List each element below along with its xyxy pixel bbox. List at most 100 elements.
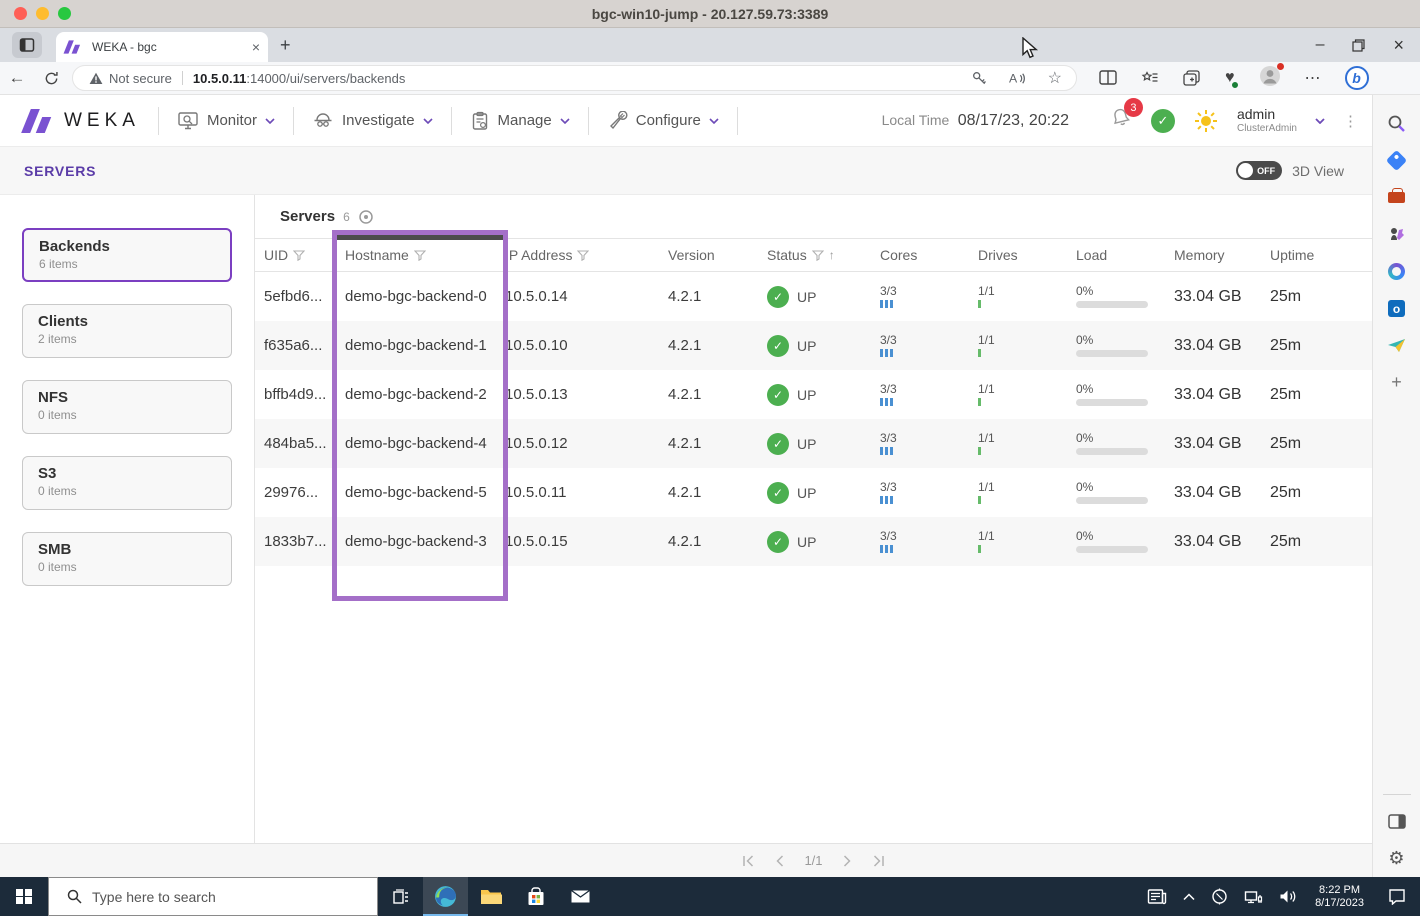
configure-icon (609, 110, 628, 129)
sidebar-games-button[interactable] (1373, 216, 1420, 253)
watch-eye-icon[interactable] (358, 209, 374, 225)
sidebar-drop-button[interactable] (1373, 327, 1420, 364)
bing-chat-icon[interactable]: b (1344, 66, 1369, 90)
not-secure-label[interactable]: Not secure (109, 71, 172, 86)
sidebar-settings-button[interactable]: ⚙ (1373, 840, 1420, 877)
browser-essentials-button[interactable]: ♥ (1225, 69, 1239, 89)
news-icon (1147, 889, 1167, 905)
new-tab-button[interactable]: + (280, 36, 291, 54)
col-header-uid[interactable]: UID (264, 247, 345, 263)
3d-view-toggle[interactable]: OFF (1236, 161, 1283, 180)
sidebar-panel-button[interactable] (1373, 803, 1420, 840)
first-page-button[interactable] (742, 854, 755, 867)
table-row[interactable]: 1833b7... demo-bgc-backend-3 10.5.0.15 4… (255, 517, 1372, 566)
url-text[interactable]: 10.5.0.11:14000/ui/servers/backends (193, 71, 405, 86)
address-bar[interactable]: Not secure 10.5.0.11:14000/ui/servers/ba… (72, 65, 1077, 91)
close-icon[interactable]: × (1393, 36, 1404, 54)
nav-monitor-label: Monitor (206, 112, 257, 129)
taskbar-search[interactable] (48, 877, 378, 916)
prev-page-button[interactable] (775, 854, 784, 867)
sidebar-search-button[interactable] (1373, 105, 1420, 142)
sidebar-item-nfs[interactable]: NFS 0 items (22, 380, 232, 434)
tray-volume-button[interactable] (1271, 889, 1305, 904)
col-header-memory[interactable]: Memory (1174, 247, 1270, 263)
tab-actions-menu-button[interactable] (12, 32, 42, 58)
col-header-status[interactable]: Status ↑ (767, 247, 880, 263)
taskbar-file-explorer-button[interactable] (468, 877, 513, 916)
sidebar-item-smb[interactable]: SMB 0 items (22, 532, 232, 586)
user-menu[interactable]: admin ClusterAdmin (1237, 106, 1297, 133)
nav-monitor[interactable]: Monitor (159, 95, 293, 146)
minimize-icon[interactable]: – (1316, 37, 1325, 53)
favorite-star-icon[interactable]: ☆ (1048, 68, 1062, 88)
notifications-button[interactable]: 3 (1109, 98, 1143, 135)
col-header-ip[interactable]: IP Address (505, 247, 668, 263)
sort-ascending-icon[interactable]: ↑ (829, 248, 835, 262)
filter-icon[interactable] (413, 249, 426, 261)
cell-uid: 29976... (264, 484, 319, 501)
tray-clock[interactable]: 8:22 PM 8/17/2023 (1305, 884, 1374, 910)
refresh-button[interactable] (34, 71, 68, 86)
tray-expand-button[interactable] (1175, 892, 1203, 901)
header-kebab-menu[interactable]: ⋮ (1343, 112, 1358, 130)
task-view-button[interactable] (378, 877, 423, 916)
taskbar-store-button[interactable] (513, 877, 558, 916)
page-bar: SERVERS OFF 3D View (0, 147, 1372, 195)
split-screen-icon[interactable] (1099, 70, 1117, 86)
restore-icon[interactable] (1352, 38, 1366, 52)
sidebar-shopping-button[interactable] (1373, 142, 1420, 179)
password-key-icon[interactable] (972, 71, 987, 86)
sidebar-copilot-button[interactable] (1373, 253, 1420, 290)
sidebar-outlook-button[interactable]: o (1373, 290, 1420, 327)
cluster-health-ok-icon[interactable]: ✓ (1150, 108, 1175, 133)
widgets-news-button[interactable] (1139, 888, 1175, 905)
weka-brand[interactable]: WEKA (0, 108, 158, 133)
cell-load: 0% (1076, 529, 1174, 554)
tray-network-button[interactable] (1236, 889, 1271, 905)
nav-investigate[interactable]: Investigate (294, 95, 451, 146)
filter-icon[interactable] (293, 249, 306, 261)
table-row[interactable]: bffb4d9... demo-bgc-backend-2 10.5.0.13 … (255, 370, 1372, 419)
next-page-button[interactable] (843, 854, 852, 867)
cell-load: 0% (1076, 333, 1174, 358)
sidebar-tools-button[interactable] (1373, 179, 1420, 216)
filter-icon[interactable] (811, 249, 824, 261)
action-center-button[interactable] (1374, 888, 1420, 905)
table-row[interactable]: 29976... demo-bgc-backend-5 10.5.0.11 4.… (255, 468, 1372, 517)
collections-icon[interactable] (1183, 70, 1201, 86)
profile-button[interactable] (1259, 62, 1284, 92)
browser-toolbar: ← Not secure 10.5.0.11:14000/ui/servers/… (0, 62, 1420, 95)
sidebar-item-clients[interactable]: Clients 2 items (22, 304, 232, 358)
tray-ime-button[interactable] (1203, 888, 1236, 905)
col-header-load[interactable]: Load (1076, 247, 1174, 263)
tab-close-icon[interactable]: × (252, 40, 260, 54)
col-label: IP Address (505, 247, 573, 263)
start-button[interactable] (0, 877, 48, 916)
favorites-bar-icon[interactable] (1141, 70, 1159, 86)
read-aloud-icon[interactable]: A (1009, 71, 1026, 86)
sidebar-item-backends[interactable]: Backends 6 items (22, 228, 232, 282)
table-row[interactable]: 5efbd6... demo-bgc-backend-0 10.5.0.14 4… (255, 272, 1372, 321)
filter-icon[interactable] (577, 249, 590, 261)
col-header-uptime[interactable]: Uptime (1270, 247, 1372, 263)
nav-configure[interactable]: Configure (589, 95, 737, 146)
table-row[interactable]: 484ba5... demo-bgc-backend-4 10.5.0.12 4… (255, 419, 1372, 468)
sidebar-add-button[interactable]: + (1373, 364, 1420, 401)
user-chevron-down-icon[interactable] (1315, 117, 1325, 124)
browser-tab[interactable]: WEKA - bgc × (56, 32, 268, 62)
last-page-button[interactable] (872, 854, 885, 867)
search-input[interactable] (92, 888, 332, 905)
theme-sun-icon[interactable] (1193, 108, 1219, 134)
nav-manage[interactable]: Manage (452, 95, 588, 146)
table-row[interactable]: f635a6... demo-bgc-backend-1 10.5.0.10 4… (255, 321, 1372, 370)
taskbar-edge-button[interactable] (423, 877, 468, 916)
col-header-cores[interactable]: Cores (880, 247, 978, 263)
taskbar-mail-button[interactable] (558, 877, 603, 916)
sidebar-item-s3[interactable]: S3 0 items (22, 456, 232, 510)
browser-menu-button[interactable]: ⋯ (1305, 68, 1321, 88)
col-header-drives[interactable]: Drives (978, 247, 1076, 263)
col-header-hostname[interactable]: Hostname (345, 247, 505, 263)
card-count: 2 items (38, 332, 77, 346)
col-header-version[interactable]: Version (668, 247, 767, 263)
back-button[interactable]: ← (0, 68, 34, 88)
